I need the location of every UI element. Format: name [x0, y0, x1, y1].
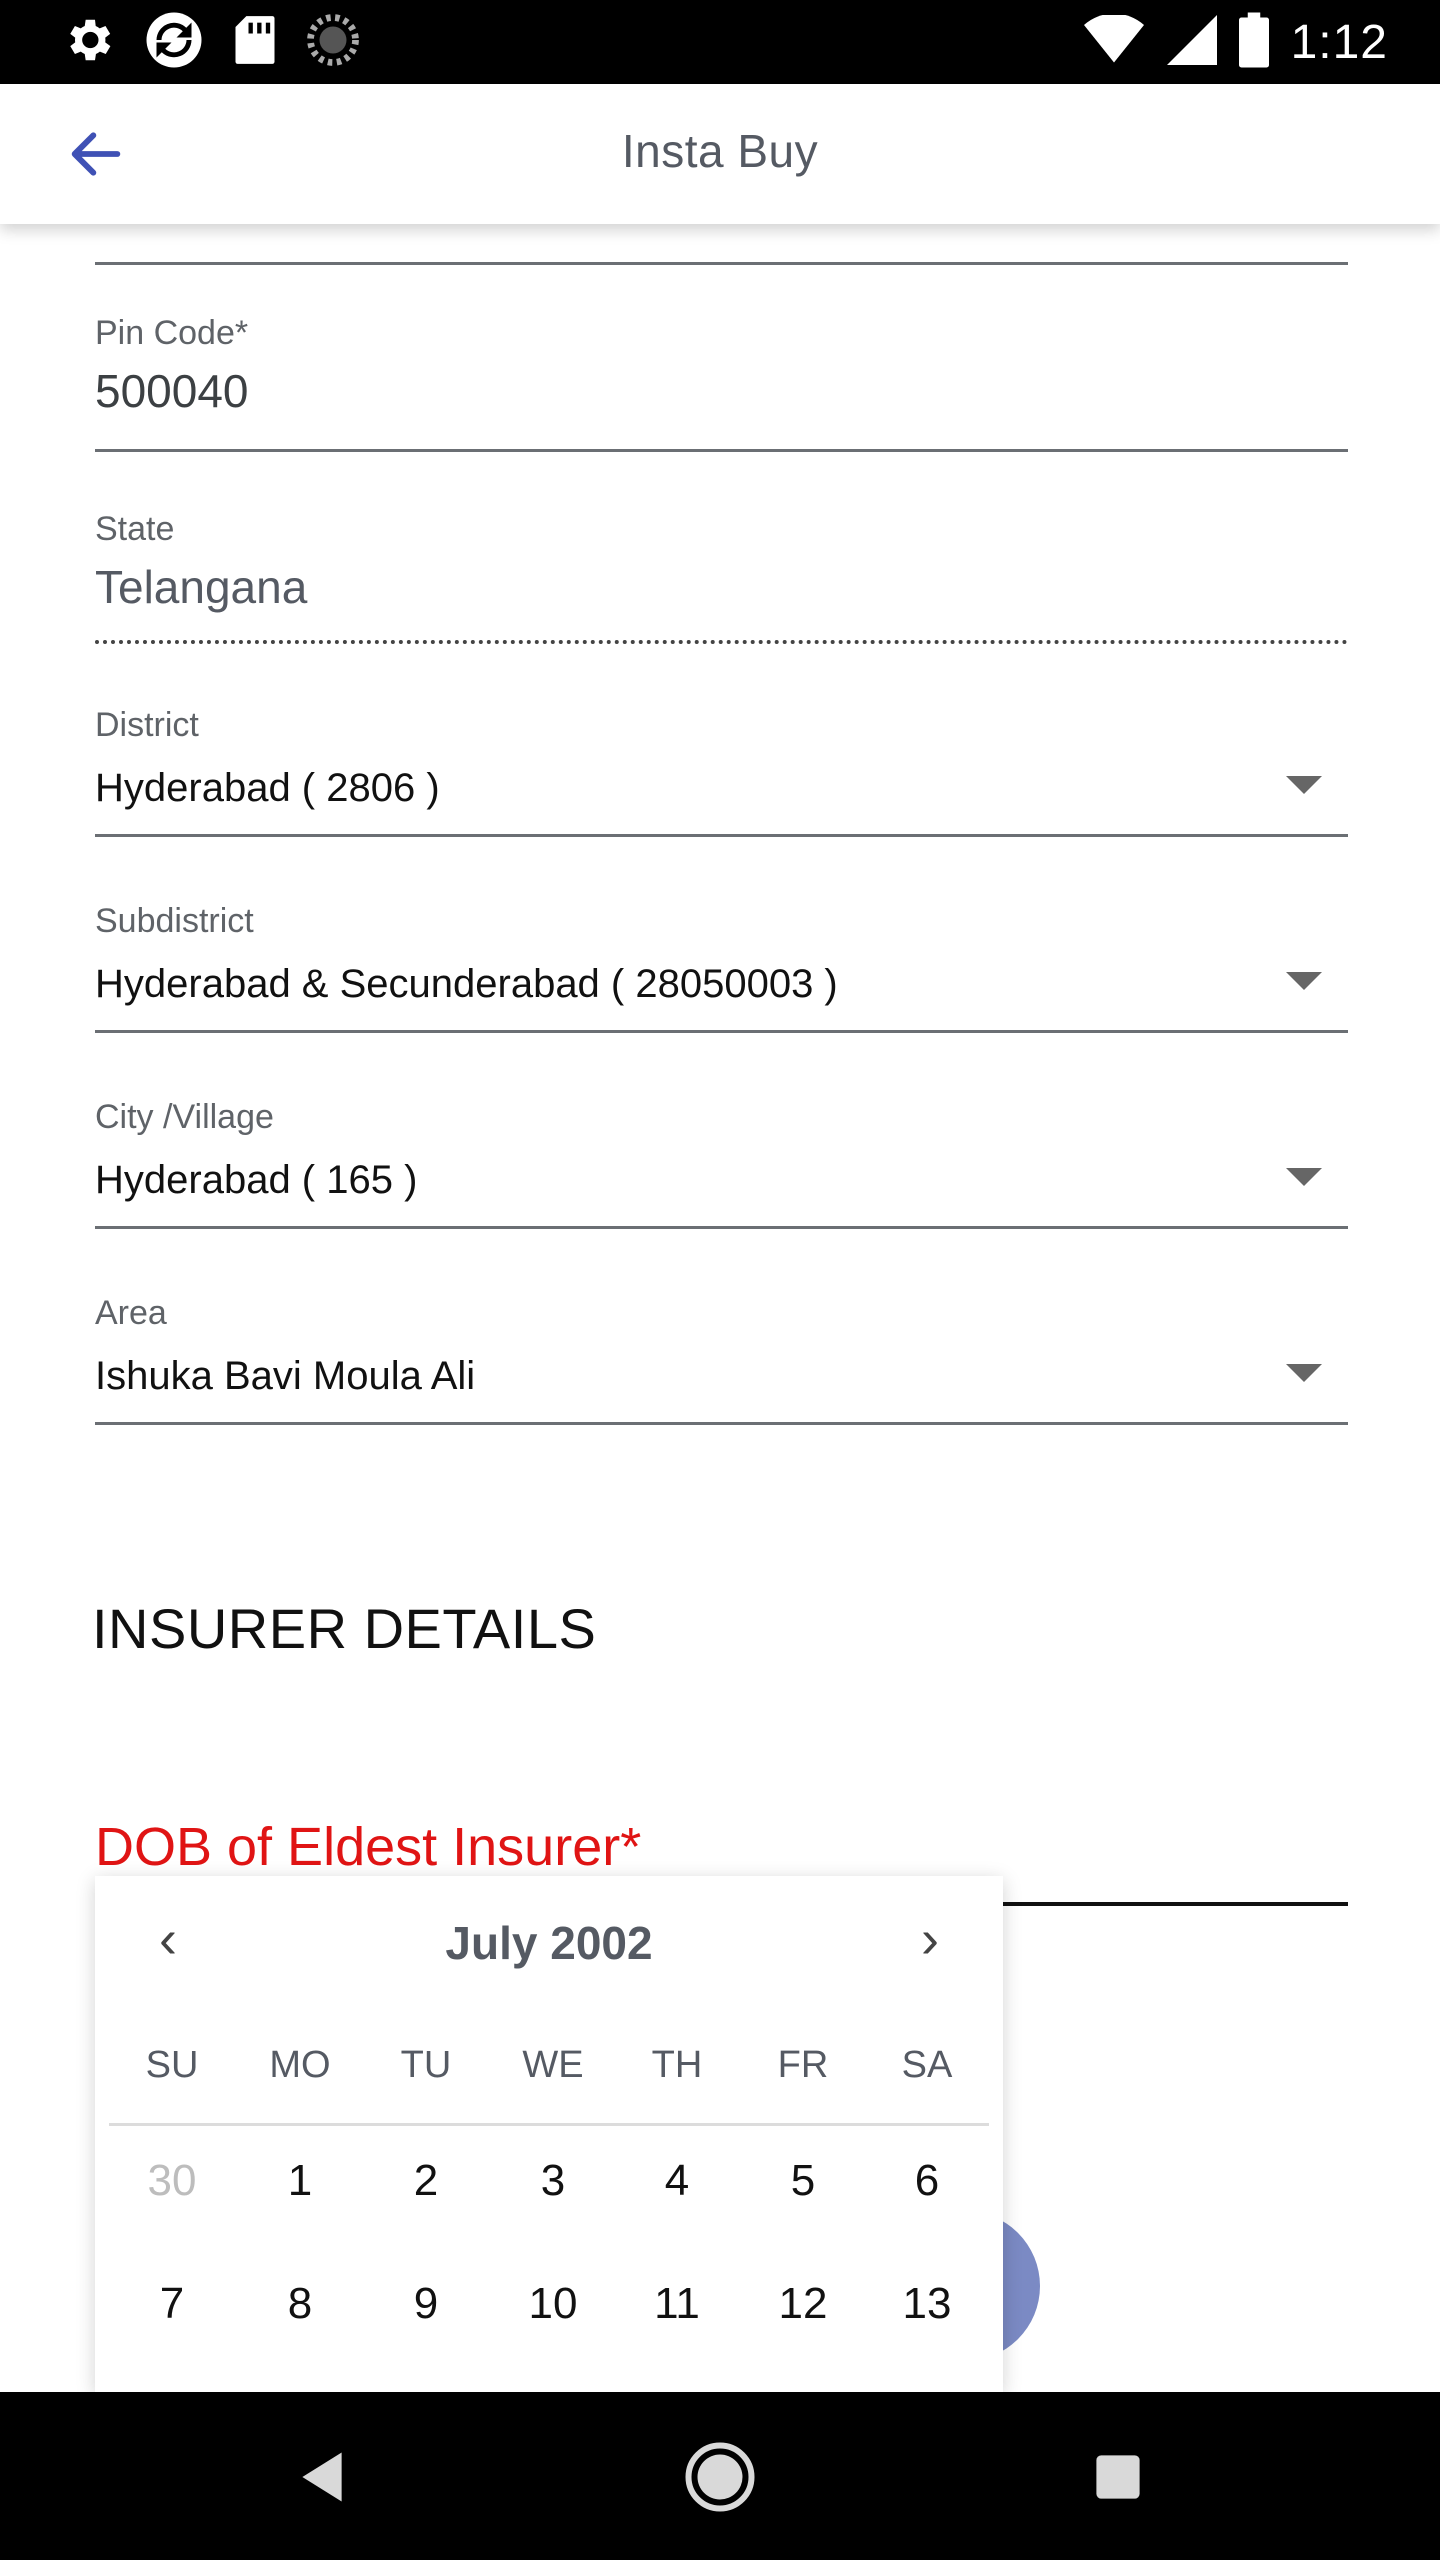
- weekday-label: SU: [145, 2044, 199, 2086]
- back-triangle-icon: [302, 2452, 342, 2502]
- state-label: State: [95, 510, 175, 548]
- calendar-day[interactable]: 13: [877, 2279, 977, 2329]
- settings-icon: [60, 12, 116, 73]
- weekday-label: SA: [901, 2044, 953, 2086]
- status-bar: 1:12: [0, 0, 1440, 84]
- pin-code-label: Pin Code*: [95, 314, 249, 352]
- subdistrict-dropdown[interactable]: Subdistrict Hyderabad & Secunderabad ( 2…: [95, 902, 1348, 1052]
- calendar-day[interactable]: 4: [627, 2156, 727, 2206]
- nav-back-button[interactable]: [277, 2432, 367, 2522]
- calendar-month-title: July 2002: [445, 1917, 653, 1969]
- battery-icon: [1238, 12, 1269, 73]
- area-underline: [95, 1422, 1348, 1425]
- calendar-day[interactable]: 2: [376, 2156, 476, 2206]
- chevron-down-icon: [1286, 1364, 1322, 1382]
- calendar-day[interactable]: 11: [627, 2279, 727, 2329]
- area-value: Ishuka Bavi Moula Ali: [95, 1354, 476, 1398]
- calendar-day[interactable]: 12: [753, 2279, 853, 2329]
- date-picker: ‹ July 2002 › SU MO TU WE TH FR SA 30 1 …: [95, 1876, 1003, 2392]
- district-dropdown[interactable]: District Hyderabad ( 2806 ): [95, 706, 1348, 856]
- next-month-button[interactable]: ›: [895, 1908, 965, 1970]
- dob-label[interactable]: DOB of Eldest Insurer*: [95, 1816, 641, 1878]
- area-dropdown[interactable]: Area Ishuka Bavi Moula Ali: [95, 1294, 1348, 1444]
- calendar-day[interactable]: 1: [250, 2156, 350, 2206]
- calendar-divider: [109, 2123, 989, 2126]
- status-time: 1:12: [1290, 15, 1388, 69]
- sd-card-icon: [232, 14, 278, 71]
- section-heading: INSURER DETAILS: [92, 1597, 597, 1660]
- state-field: State Telangana: [95, 510, 1348, 660]
- page-title: Insta Buy: [621, 125, 819, 177]
- area-label: Area: [95, 1294, 167, 1332]
- district-value: Hyderabad ( 2806 ): [95, 766, 440, 810]
- loading-icon: [306, 13, 360, 72]
- status-right-icons: 1:12: [1083, 12, 1388, 72]
- city-underline: [95, 1226, 1348, 1229]
- app-bar: Insta Buy: [0, 84, 1440, 224]
- state-underline: [95, 640, 1348, 644]
- subdistrict-underline: [95, 1030, 1348, 1033]
- nav-recents-button[interactable]: [1073, 2432, 1163, 2522]
- calendar-day[interactable]: 30: [122, 2156, 222, 2206]
- state-value: Telangana: [95, 561, 308, 613]
- pin-code-underline: [95, 449, 1348, 452]
- city-label: City /Village: [95, 1098, 274, 1136]
- previous-field-underline: [95, 262, 1348, 265]
- city-dropdown[interactable]: City /Village Hyderabad ( 165 ): [95, 1098, 1348, 1248]
- calendar-day[interactable]: 5: [753, 2156, 853, 2206]
- weekday-label: TH: [651, 2044, 703, 2086]
- calendar-day[interactable]: 8: [250, 2279, 350, 2329]
- subdistrict-label: Subdistrict: [95, 902, 254, 940]
- pin-code-value: 500040: [95, 365, 249, 417]
- city-value: Hyderabad ( 165 ): [95, 1158, 418, 1202]
- chevron-down-icon: [1286, 776, 1322, 794]
- recents-square-icon: [1096, 2455, 1140, 2499]
- district-label: District: [95, 706, 199, 744]
- calendar-day[interactable]: 7: [122, 2279, 222, 2329]
- signal-icon: [1166, 14, 1217, 70]
- calendar-day[interactable]: 6: [877, 2156, 977, 2206]
- chevron-down-icon: [1286, 1168, 1322, 1186]
- navigation-bar: [0, 2392, 1440, 2560]
- district-underline: [95, 834, 1348, 837]
- weekday-label: FR: [777, 2044, 829, 2086]
- sync-icon: [144, 10, 204, 75]
- pin-code-field[interactable]: Pin Code* 500040: [95, 314, 1348, 464]
- home-circle-icon: [685, 2442, 755, 2512]
- wifi-icon: [1083, 13, 1145, 70]
- status-left-icons: [60, 12, 360, 72]
- subdistrict-value: Hyderabad & Secunderabad ( 28050003 ): [95, 962, 838, 1006]
- nav-home-button[interactable]: [675, 2432, 765, 2522]
- chevron-down-icon: [1286, 972, 1322, 990]
- weekday-label: MO: [269, 2044, 331, 2086]
- weekday-label: WE: [522, 2044, 584, 2086]
- calendar-day[interactable]: 3: [503, 2156, 603, 2206]
- weekday-label: TU: [400, 2044, 452, 2086]
- calendar-day[interactable]: 10: [503, 2279, 603, 2329]
- calendar-day[interactable]: 9: [376, 2279, 476, 2329]
